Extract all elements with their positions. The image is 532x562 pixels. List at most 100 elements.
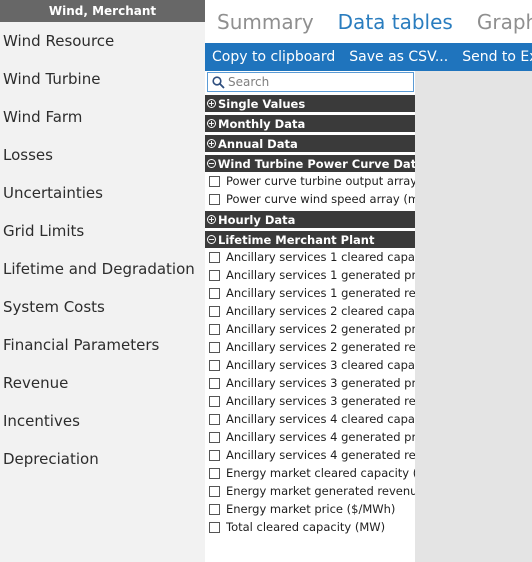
variable-groups: + Single Values + Monthly Data + Annual Data −… <box>205 95 415 536</box>
sidebar-item-depreciation[interactable]: Depreciation <box>0 440 205 478</box>
variable-label: Energy market price ($/MWh) <box>226 502 396 516</box>
variable-checkbox[interactable] <box>209 359 220 371</box>
collapse-icon[interactable]: − <box>207 235 216 244</box>
variable-checkbox[interactable] <box>209 395 220 407</box>
variable-item[interactable]: Ancillary services 4 generated price ( <box>205 428 415 446</box>
variable-label: Ancillary services 3 generated revenu <box>226 394 415 408</box>
sidebar-item-wind-farm[interactable]: Wind Farm <box>0 98 205 136</box>
expand-icon[interactable]: + <box>207 139 216 148</box>
variable-label: Ancillary services 4 generated price ( <box>226 430 415 444</box>
variable-label: Power curve turbine output array (kW <box>226 174 415 188</box>
variable-label: Ancillary services 3 cleared capacity ( <box>226 358 415 372</box>
variable-item[interactable]: Ancillary services 3 generated price ( <box>205 374 415 392</box>
copy-to-clipboard-button[interactable]: Copy to clipboard <box>205 49 342 65</box>
table-view-area <box>415 71 532 562</box>
variable-checkbox[interactable] <box>209 287 220 299</box>
sidebar-item-financial-parameters[interactable]: Financial Parameters <box>0 326 205 364</box>
variable-checkbox[interactable] <box>209 175 220 187</box>
variable-item[interactable]: Power curve wind speed array (m/s) <box>205 190 415 208</box>
collapse-icon[interactable]: − <box>207 159 216 168</box>
variable-checkbox[interactable] <box>209 193 220 205</box>
variable-checkbox[interactable] <box>209 431 220 443</box>
sidebar-item-grid-limits[interactable]: Grid Limits <box>0 212 205 250</box>
variable-label: Ancillary services 1 generated price ( <box>226 268 415 282</box>
variable-checkbox[interactable] <box>209 251 220 263</box>
variable-item[interactable]: Ancillary services 2 generated price ( <box>205 320 415 338</box>
variable-checkbox[interactable] <box>209 413 220 425</box>
variable-item[interactable]: Total cleared capacity (MW) <box>205 518 415 536</box>
group-label: Single Values <box>218 96 306 111</box>
variable-item[interactable]: Ancillary services 4 generated revenu <box>205 446 415 464</box>
group-header[interactable]: − Lifetime Merchant Plant <box>205 231 415 248</box>
results-tabs: Summary Data tables Graphs <box>205 0 532 43</box>
data-toolbar: Copy to clipboard Save as CSV... Send to… <box>205 43 532 71</box>
sidebar-item-wind-turbine[interactable]: Wind Turbine <box>0 60 205 98</box>
search-icon <box>208 73 228 91</box>
sidebar-item-losses[interactable]: Losses <box>0 136 205 174</box>
search-box <box>207 72 414 92</box>
sidebar-item-incentives[interactable]: Incentives <box>0 402 205 440</box>
expand-icon[interactable]: + <box>207 99 216 108</box>
variable-checkbox[interactable] <box>209 341 220 353</box>
group-label: Lifetime Merchant Plant <box>218 232 375 247</box>
variable-checkbox[interactable] <box>209 269 220 281</box>
variable-label: Ancillary services 4 generated revenu <box>226 448 415 462</box>
variable-item[interactable]: Ancillary services 2 cleared capacity ( <box>205 302 415 320</box>
variable-checkbox[interactable] <box>209 305 220 317</box>
variable-label: Power curve wind speed array (m/s) <box>226 192 415 206</box>
results-panel: Summary Data tables Graphs Copy to clipb… <box>205 0 532 562</box>
configuration-title: Wind, Merchant <box>0 0 205 22</box>
variable-label: Ancillary services 1 cleared capacity ( <box>226 250 415 264</box>
group-label: Hourly Data <box>218 212 296 227</box>
group-header[interactable]: + Monthly Data <box>205 115 415 132</box>
variable-checkbox[interactable] <box>209 467 220 479</box>
variable-label: Ancillary services 4 cleared capacity ( <box>226 412 415 426</box>
sidebar: Wind, Merchant Wind Resource Wind Turbin… <box>0 0 205 562</box>
group-label: Monthly Data <box>218 116 306 131</box>
variable-label: Ancillary services 2 cleared capacity ( <box>226 304 415 318</box>
variable-item[interactable]: Ancillary services 4 cleared capacity ( <box>205 410 415 428</box>
variable-label: Total cleared capacity (MW) <box>226 520 386 534</box>
group-label: Wind Turbine Power Curve Data <box>217 156 415 171</box>
variable-label: Ancillary services 1 generated revenu <box>226 286 415 300</box>
sidebar-item-system-costs[interactable]: System Costs <box>0 288 205 326</box>
variable-label: Ancillary services 3 generated price ( <box>226 376 415 390</box>
variable-item[interactable]: Ancillary services 2 generated revenu <box>205 338 415 356</box>
group-header[interactable]: + Annual Data <box>205 135 415 152</box>
variable-item[interactable]: Energy market price ($/MWh) <box>205 500 415 518</box>
variable-item[interactable]: Ancillary services 1 cleared capacity ( <box>205 248 415 266</box>
variable-checkbox[interactable] <box>209 449 220 461</box>
variable-item[interactable]: Ancillary services 1 generated revenu <box>205 284 415 302</box>
sidebar-item-wind-resource[interactable]: Wind Resource <box>0 22 205 60</box>
variable-checkbox[interactable] <box>209 323 220 335</box>
group-header[interactable]: − Wind Turbine Power Curve Data <box>205 155 415 172</box>
sidebar-item-uncertainties[interactable]: Uncertainties <box>0 174 205 212</box>
variable-item[interactable]: Energy market generated revenue ($ <box>205 482 415 500</box>
tab-summary[interactable]: Summary <box>205 10 326 34</box>
variable-label: Energy market generated revenue ($ <box>226 484 415 498</box>
variable-item[interactable]: Energy market cleared capacity (MW <box>205 464 415 482</box>
group-label: Annual Data <box>218 136 298 151</box>
variable-item[interactable]: Power curve turbine output array (kW <box>205 172 415 190</box>
variable-label: Energy market cleared capacity (MW <box>226 466 415 480</box>
variable-item[interactable]: Ancillary services 3 cleared capacity ( <box>205 356 415 374</box>
variable-item[interactable]: Ancillary services 3 generated revenu <box>205 392 415 410</box>
group-header[interactable]: + Hourly Data <box>205 211 415 228</box>
save-as-csv-button[interactable]: Save as CSV... <box>342 49 455 65</box>
variable-label: Ancillary services 2 generated price ( <box>226 322 415 336</box>
variable-checkbox[interactable] <box>209 485 220 497</box>
tab-graphs[interactable]: Graphs <box>465 10 532 34</box>
group-header[interactable]: + Single Values <box>205 95 415 112</box>
variable-checkbox[interactable] <box>209 377 220 389</box>
tab-data-tables[interactable]: Data tables <box>326 10 465 34</box>
variable-checkbox[interactable] <box>209 503 220 515</box>
expand-icon[interactable]: + <box>207 119 216 128</box>
variable-item[interactable]: Ancillary services 1 generated price ( <box>205 266 415 284</box>
send-to-excel-button[interactable]: Send to Excel <box>455 49 532 65</box>
variable-checkbox[interactable] <box>209 521 220 533</box>
variable-tree: +Single Values+Monthly Data+Annual Data−… <box>205 71 415 562</box>
search-input[interactable] <box>228 75 408 89</box>
sidebar-item-lifetime-degradation[interactable]: Lifetime and Degradation <box>0 250 205 288</box>
expand-icon[interactable]: + <box>207 215 216 224</box>
sidebar-item-revenue[interactable]: Revenue <box>0 364 205 402</box>
